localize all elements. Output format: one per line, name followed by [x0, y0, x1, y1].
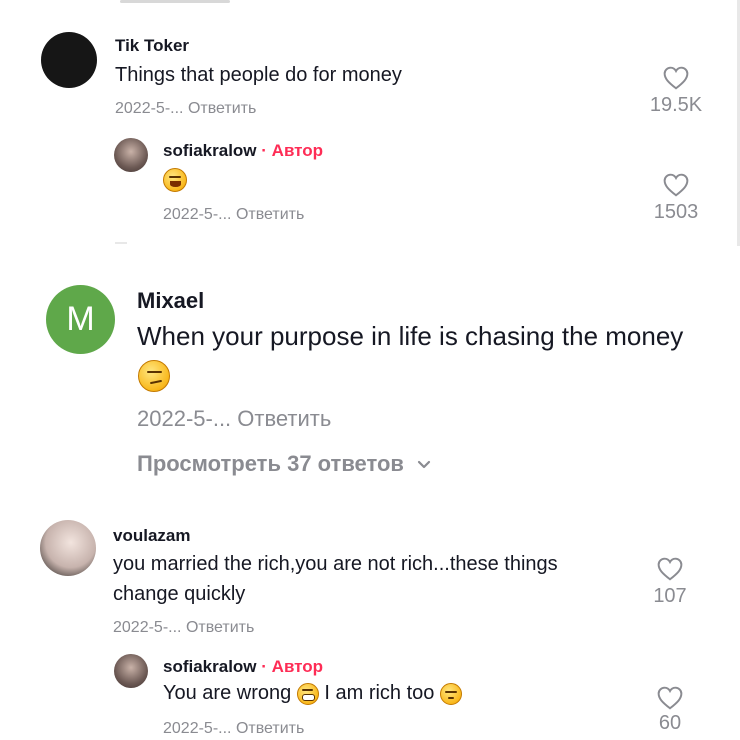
reply-text: You are wrong I am rich too [163, 682, 462, 705]
reply-date: 2022-5-... [163, 720, 232, 737]
comment-text-line-2: change quickly [113, 583, 246, 605]
avatar[interactable]: M [46, 285, 115, 354]
relieved-emoji-icon [439, 682, 462, 705]
avatar[interactable] [114, 138, 148, 172]
reply-button[interactable]: Ответить [186, 619, 254, 636]
like-count: 19.5K [649, 94, 703, 116]
reply-button[interactable]: Ответить [188, 100, 256, 117]
like-count: 60 [658, 712, 682, 734]
like-count: 1503 [653, 201, 699, 223]
comment-date: 2022-5-... [137, 406, 232, 431]
smirking-emoji-icon [138, 360, 170, 392]
avatar[interactable] [114, 654, 148, 688]
heart-icon [657, 686, 683, 710]
heart-icon [663, 66, 689, 90]
like-button[interactable]: 19.5K [640, 66, 712, 117]
reply-username[interactable]: sofiakralow · Автор [163, 141, 323, 161]
reply-text-part-2: I am rich too [324, 682, 435, 704]
reply-button[interactable]: Ответить [236, 720, 304, 737]
view-replies-button[interactable]: Просмотреть 37 ответов [137, 451, 432, 477]
laughing-emoji-icon [163, 168, 187, 192]
comment-username[interactable]: Mixael [137, 288, 204, 314]
comment-text: Things that people do for money [115, 64, 402, 86]
view-replies-label[interactable]: Просмотреть 37 ответов [137, 451, 404, 476]
chevron-down-icon [417, 461, 431, 469]
comment-meta: 2022-5-... Ответить [115, 100, 256, 118]
author-badge: · Автор [261, 141, 324, 160]
like-button[interactable]: 60 [634, 686, 706, 735]
reply-meta: 2022-5-... Ответить [163, 206, 304, 224]
grinning-emoji-icon [296, 682, 319, 705]
reply-button[interactable]: Ответить [237, 406, 331, 431]
divider [115, 242, 127, 244]
comment-date: 2022-5-... [113, 619, 182, 636]
cut-off-text-remnant [120, 0, 230, 3]
comment-meta: 2022-5-... Ответить [113, 619, 254, 637]
reply-text [163, 168, 187, 192]
comment-text-line-1: you married the rich,you are not rich...… [113, 553, 558, 575]
comment-meta: 2022-5-... Ответить [137, 406, 331, 432]
avatar-letter: M [66, 300, 95, 338]
like-button[interactable]: 1503 [640, 173, 712, 224]
like-button[interactable]: 107 [634, 557, 706, 608]
heart-icon [657, 557, 683, 581]
comment-username[interactable]: voulazam [113, 526, 190, 546]
comment-text: When your purpose in life is chasing the… [137, 321, 684, 351]
reply-username[interactable]: sofiakralow · Автор [163, 657, 323, 677]
comment-username[interactable]: Tik Toker [115, 36, 189, 56]
avatar[interactable] [40, 520, 96, 576]
reply-username-text[interactable]: sofiakralow [163, 657, 257, 676]
reply-text-part-1: You are wrong [163, 682, 292, 704]
avatar[interactable] [41, 32, 97, 88]
like-count: 107 [653, 585, 687, 607]
comment-date: 2022-5-... [115, 100, 184, 117]
reply-date: 2022-5-... [163, 206, 232, 223]
reply-meta: 2022-5-... Ответить [163, 720, 304, 738]
reply-button[interactable]: Ответить [236, 206, 304, 223]
heart-icon [663, 173, 689, 197]
reply-username-text[interactable]: sofiakralow [163, 141, 257, 160]
author-badge: · Автор [261, 657, 324, 676]
